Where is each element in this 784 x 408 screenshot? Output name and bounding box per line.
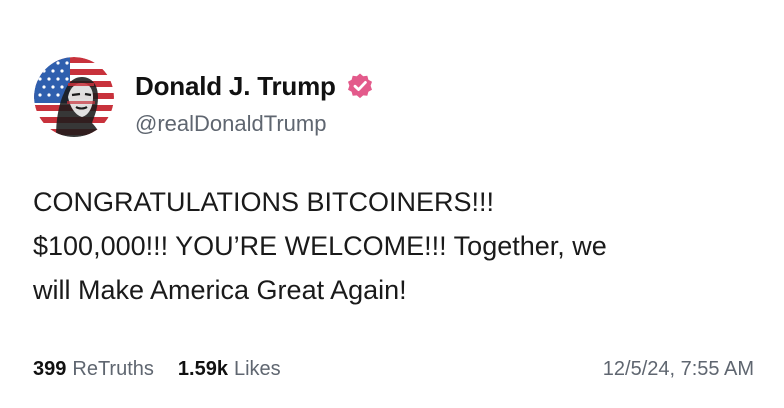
author-handle[interactable]: @realDonaldTrump [135,111,326,137]
likes-label: Likes [233,358,281,380]
likes-count: 1.59k [177,358,228,380]
retruths-stat[interactable]: 399 ReTruths [33,358,154,381]
likes-stat[interactable]: 1.59k Likes [178,358,281,381]
author-avatar[interactable] [34,57,114,137]
post-stats: 399 ReTruths 1.59k Likes [33,358,281,381]
avatar-flag-portrait-icon [34,57,114,137]
post-body-text: CONGRATULATIONS BITCOINERS!!! $100,000!!… [33,187,607,305]
truth-post-card: Donald J. Trump @realDonaldTrump CONGRAT… [0,0,784,408]
retruths-label: ReTruths [72,358,154,380]
post-timestamp[interactable]: 12/5/24, 7:55 AM [603,358,754,381]
verified-badge-icon [347,73,372,99]
retruths-count: 399 [33,358,67,380]
author-name-row: Donald J. Trump [135,70,374,102]
author-display-name[interactable]: Donald J. Trump [135,71,336,102]
